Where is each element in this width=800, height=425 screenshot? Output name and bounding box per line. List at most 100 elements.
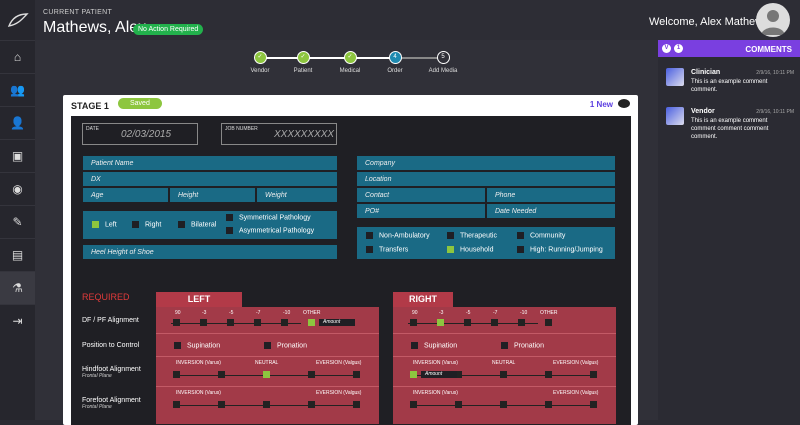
household-checkbox[interactable]: Household	[447, 246, 493, 253]
left-supination-checkbox[interactable]: Supination	[174, 342, 220, 349]
vendor-badge: V	[662, 44, 671, 53]
add-user-icon[interactable]: 👤	[0, 106, 35, 139]
left-hindfoot-option[interactable]	[353, 371, 360, 378]
step-add-media[interactable]: 5 Add Media	[423, 51, 463, 74]
asym-checkbox[interactable]: Asymmetrical Pathology	[226, 227, 314, 234]
patient-name: Mathews, Alex	[43, 19, 147, 36]
right-hindfoot-option[interactable]	[410, 371, 417, 378]
left-dfpf-tick-label: 90	[175, 310, 181, 316]
right-dfpf-option[interactable]	[410, 319, 417, 326]
right-supination-checkbox[interactable]: Supination	[411, 342, 457, 349]
right-hindfoot-option[interactable]	[590, 371, 597, 378]
left-dfpf-tick-label: -10	[283, 310, 291, 316]
heel-height-field[interactable]: Heel Height of Shoe	[82, 244, 338, 260]
right-hindfoot-option[interactable]	[500, 371, 507, 378]
status-badge: No Action Required	[133, 24, 204, 35]
date-needed-field[interactable]: Date Needed	[486, 203, 616, 219]
avatar[interactable]	[756, 3, 790, 37]
right-forefoot-option[interactable]	[590, 401, 597, 408]
left-pronation-checkbox[interactable]: Pronation	[264, 342, 307, 349]
step-order[interactable]: 4 Order	[375, 51, 415, 74]
left-hindfoot-option[interactable]	[173, 371, 180, 378]
contact-field[interactable]: Contact	[356, 187, 486, 203]
date-field[interactable]: DATE 02/03/2015	[82, 123, 198, 145]
right-hindfoot-option[interactable]	[545, 371, 552, 378]
high-activity-checkbox[interactable]: High: Running/Jumping	[517, 246, 603, 253]
location-field[interactable]: Location	[356, 171, 616, 187]
phone-field[interactable]: Phone	[486, 187, 616, 203]
flask-icon[interactable]: ⚗	[0, 271, 35, 304]
left-hindfoot-eversion: EVERSION (Valgus)	[316, 360, 362, 366]
right-dfpf-option[interactable]	[464, 319, 471, 326]
right-forefoot-option[interactable]	[455, 401, 462, 408]
top-bar: CURRENT PATIENT Mathews, Alex No Action …	[35, 0, 800, 40]
left-forefoot-option[interactable]	[263, 401, 270, 408]
bilateral-checkbox[interactable]: Bilateral	[178, 221, 216, 228]
left-checkbox[interactable]: Left	[92, 221, 117, 228]
home-icon[interactable]: ⌂	[0, 40, 35, 73]
po-field[interactable]: PO#	[356, 203, 486, 219]
right-forefoot-option[interactable]	[410, 401, 417, 408]
weight-field[interactable]: Weight	[256, 187, 338, 203]
left-forefoot-option[interactable]	[218, 401, 225, 408]
right-pronation-checkbox[interactable]: Pronation	[501, 342, 544, 349]
left-dfpf-option[interactable]	[200, 319, 207, 326]
camera-icon[interactable]: ◉	[0, 172, 35, 205]
patient-name-field[interactable]: Patient Name	[82, 155, 338, 171]
logout-icon[interactable]: ⇥	[0, 304, 35, 337]
community-checkbox[interactable]: Community	[517, 232, 565, 239]
right-dfpf-option[interactable]	[545, 319, 552, 326]
right-forefoot-eversion: EVERSION (Valgus)	[553, 390, 599, 396]
right-forefoot-option[interactable]	[500, 401, 507, 408]
therapeutic-checkbox[interactable]: Therapeutic	[447, 232, 497, 239]
new-comments-count[interactable]: 1 New	[590, 100, 613, 109]
right-checkbox[interactable]: Right	[132, 221, 161, 228]
company-field[interactable]: Company	[356, 155, 616, 171]
card-icon[interactable]: ▤	[0, 238, 35, 271]
left-sep	[156, 333, 379, 334]
stage-title: STAGE 1	[71, 101, 109, 111]
forefoot-label: Forefoot Alignment Frontal Plane	[82, 397, 141, 410]
left-other-label: OTHER	[303, 310, 321, 316]
users-icon[interactable]: 👥	[0, 73, 35, 106]
height-field[interactable]: Height	[169, 187, 256, 203]
non-ambulatory-checkbox[interactable]: Non-Ambulatory	[366, 232, 430, 239]
left-dfpf-option[interactable]	[281, 319, 288, 326]
left-forefoot-option[interactable]	[308, 401, 315, 408]
left-dfpf-option[interactable]	[227, 319, 234, 326]
left-dfpf-option[interactable]	[308, 319, 315, 326]
right-forefoot-option[interactable]	[545, 401, 552, 408]
left-forefoot-option[interactable]	[353, 401, 360, 408]
right-dfpf-option[interactable]	[491, 319, 498, 326]
progress-stepper: ✓ Vendor ✓ Patient ✓ Medical 4 Order 5 Add Me…	[240, 51, 480, 86]
left-forefoot-option[interactable]	[173, 401, 180, 408]
right-dfpf-option[interactable]	[437, 319, 444, 326]
left-sep	[156, 356, 379, 357]
left-forefoot-eversion: EVERSION (Valgus)	[316, 390, 362, 396]
left-hindfoot-option[interactable]	[218, 371, 225, 378]
right-hindfoot-neutral: NEUTRAL	[492, 360, 516, 366]
left-dfpf-option[interactable]	[173, 319, 180, 326]
transfers-checkbox[interactable]: Transfers	[366, 246, 408, 253]
right-sep	[393, 386, 616, 387]
step-medical[interactable]: ✓ Medical	[330, 51, 370, 74]
job-number-field[interactable]: JOB NUMBER XXXXXXXXX	[221, 123, 337, 145]
sym-checkbox[interactable]: Symmetrical Pathology	[226, 214, 311, 221]
right-hindfoot-amount[interactable]: Amount	[421, 371, 457, 378]
box-icon[interactable]: ▣	[0, 139, 35, 172]
left-dfpf-tick-label: -7	[256, 310, 261, 316]
dx-field[interactable]: DX	[82, 171, 338, 187]
left-hindfoot-option[interactable]	[263, 371, 270, 378]
step-vendor[interactable]: ✓ Vendor	[240, 51, 280, 74]
age-field[interactable]: Age	[82, 187, 169, 203]
right-dfpf-option[interactable]	[518, 319, 525, 326]
left-hindfoot-option[interactable]	[308, 371, 315, 378]
sidebar: ⌂ 👥 👤 ▣ ◉ ✎ ▤ ⚗ ⇥	[0, 0, 35, 420]
left-dfpf-option[interactable]	[254, 319, 261, 326]
left-dfpf-amount[interactable]: Amount	[319, 319, 355, 326]
step-patient[interactable]: ✓ Patient	[283, 51, 323, 74]
left-hindfoot-inversion: INVERSION (Varus)	[176, 360, 221, 366]
right-dfpf-tick-label: -3	[439, 310, 444, 316]
pen-icon[interactable]: ✎	[0, 205, 35, 238]
comment-bubble-icon[interactable]	[618, 99, 630, 108]
